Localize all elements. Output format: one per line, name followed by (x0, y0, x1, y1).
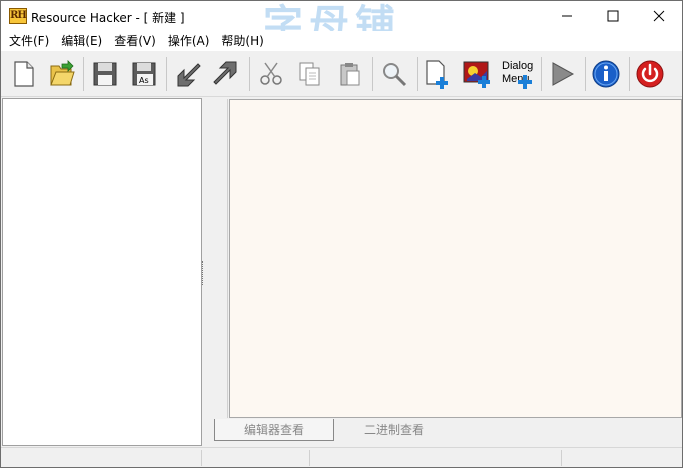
menu-bar: 文件(F) 编辑(E) 查看(V) 操作(A) 帮助(H) (1, 31, 682, 51)
open-file-button[interactable] (45, 57, 79, 91)
close-icon (653, 10, 665, 22)
arrow-up-right-icon (213, 61, 237, 85)
about-info-button[interactable] (589, 57, 623, 91)
new-file-icon (14, 61, 34, 87)
menu-edit[interactable]: 编辑(E) (55, 31, 108, 51)
add-image-icon (463, 61, 490, 88)
menu-view[interactable]: 查看(V) (108, 31, 162, 51)
add-plus-icon (518, 75, 532, 89)
add-document-icon (426, 60, 448, 89)
close-button[interactable] (636, 1, 682, 31)
decompile-button[interactable] (209, 57, 243, 91)
save-as-icon: As (132, 62, 156, 86)
dialog-label: Dialog (502, 60, 534, 72)
menu-action[interactable]: 操作(A) (162, 31, 216, 51)
paste-clipboard-icon (340, 63, 360, 86)
open-folder-icon (50, 60, 75, 86)
compile-button[interactable] (171, 57, 205, 91)
editor-gutter (206, 99, 228, 418)
toolbar: As Dialog Menu (1, 51, 682, 97)
play-icon (552, 62, 575, 86)
dialog-menu-button[interactable]: Dialog Menu (499, 57, 537, 91)
svg-text:As: As (139, 76, 149, 85)
tab-binary-view[interactable]: 二进制查看 (334, 419, 454, 441)
power-icon (636, 60, 664, 88)
window-title: Resource Hacker - [ 新建 ] (31, 11, 185, 25)
view-tabs: 编辑器查看 二进制查看 (206, 419, 682, 445)
menu-help[interactable]: 帮助(H) (215, 31, 269, 51)
info-icon (592, 60, 620, 88)
tab-editor-view[interactable]: 编辑器查看 (214, 419, 334, 441)
magnifier-icon (383, 63, 407, 87)
copy-icon (299, 62, 320, 86)
maximize-icon (607, 10, 619, 22)
copy-button[interactable] (293, 57, 327, 91)
menu-file[interactable]: 文件(F) (3, 31, 55, 51)
editor-area[interactable] (229, 99, 682, 418)
minimize-button[interactable] (544, 1, 590, 31)
exit-button[interactable] (633, 57, 667, 91)
arrow-down-left-icon (177, 63, 201, 87)
save-as-button[interactable]: As (127, 57, 161, 91)
cut-button[interactable] (254, 57, 288, 91)
save-disk-icon (93, 62, 117, 86)
status-bar (1, 447, 682, 467)
app-logo-icon: RH (9, 8, 27, 24)
new-file-button[interactable] (7, 57, 41, 91)
pane-splitter[interactable] (202, 261, 204, 285)
resource-tree-pane[interactable] (2, 98, 202, 446)
maximize-button[interactable] (590, 1, 636, 31)
run-script-button[interactable] (545, 57, 579, 91)
add-blank-resource-button[interactable] (421, 57, 455, 91)
find-button[interactable] (377, 57, 411, 91)
minimize-icon (562, 15, 572, 17)
title-bar[interactable]: RH Resource Hacker - [ 新建 ] 字母铺 (1, 1, 682, 47)
app-window: RH Resource Hacker - [ 新建 ] 字母铺 文件(F) 编辑… (0, 0, 683, 468)
scissors-icon (260, 62, 282, 85)
paste-button[interactable] (333, 57, 367, 91)
add-image-resource-button[interactable] (460, 57, 494, 91)
save-button[interactable] (88, 57, 122, 91)
